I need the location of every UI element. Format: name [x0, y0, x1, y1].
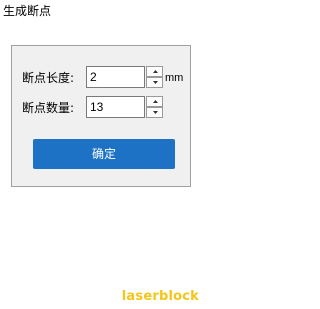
length-unit: mm: [165, 72, 184, 84]
breakpoint-settings-panel: 断点长度: 2 mm 断点数量: 13 确定: [11, 45, 191, 187]
length-increment-button[interactable]: [146, 66, 163, 77]
length-row: 断点长度: 2 mm: [12, 66, 190, 90]
count-row: 断点数量: 13: [12, 96, 190, 120]
length-decrement-button[interactable]: [146, 77, 163, 88]
dialog-title: 生成断点: [3, 4, 52, 18]
count-input[interactable]: 13: [86, 96, 145, 118]
length-label: 断点长度:: [22, 71, 75, 85]
triangle-down-icon: [153, 81, 158, 84]
confirm-button[interactable]: 确定: [33, 139, 175, 169]
triangle-down-icon: [153, 111, 158, 114]
triangle-up-icon: [153, 100, 158, 103]
count-decrement-button[interactable]: [146, 107, 163, 118]
length-spinner[interactable]: [146, 66, 163, 88]
triangle-up-icon: [153, 70, 158, 73]
count-label: 断点数量:: [22, 101, 75, 115]
count-increment-button[interactable]: [146, 96, 163, 107]
length-input[interactable]: 2: [86, 66, 145, 88]
count-spinner[interactable]: [146, 96, 163, 118]
laserblock-watermark: laserblock: [121, 289, 199, 304]
